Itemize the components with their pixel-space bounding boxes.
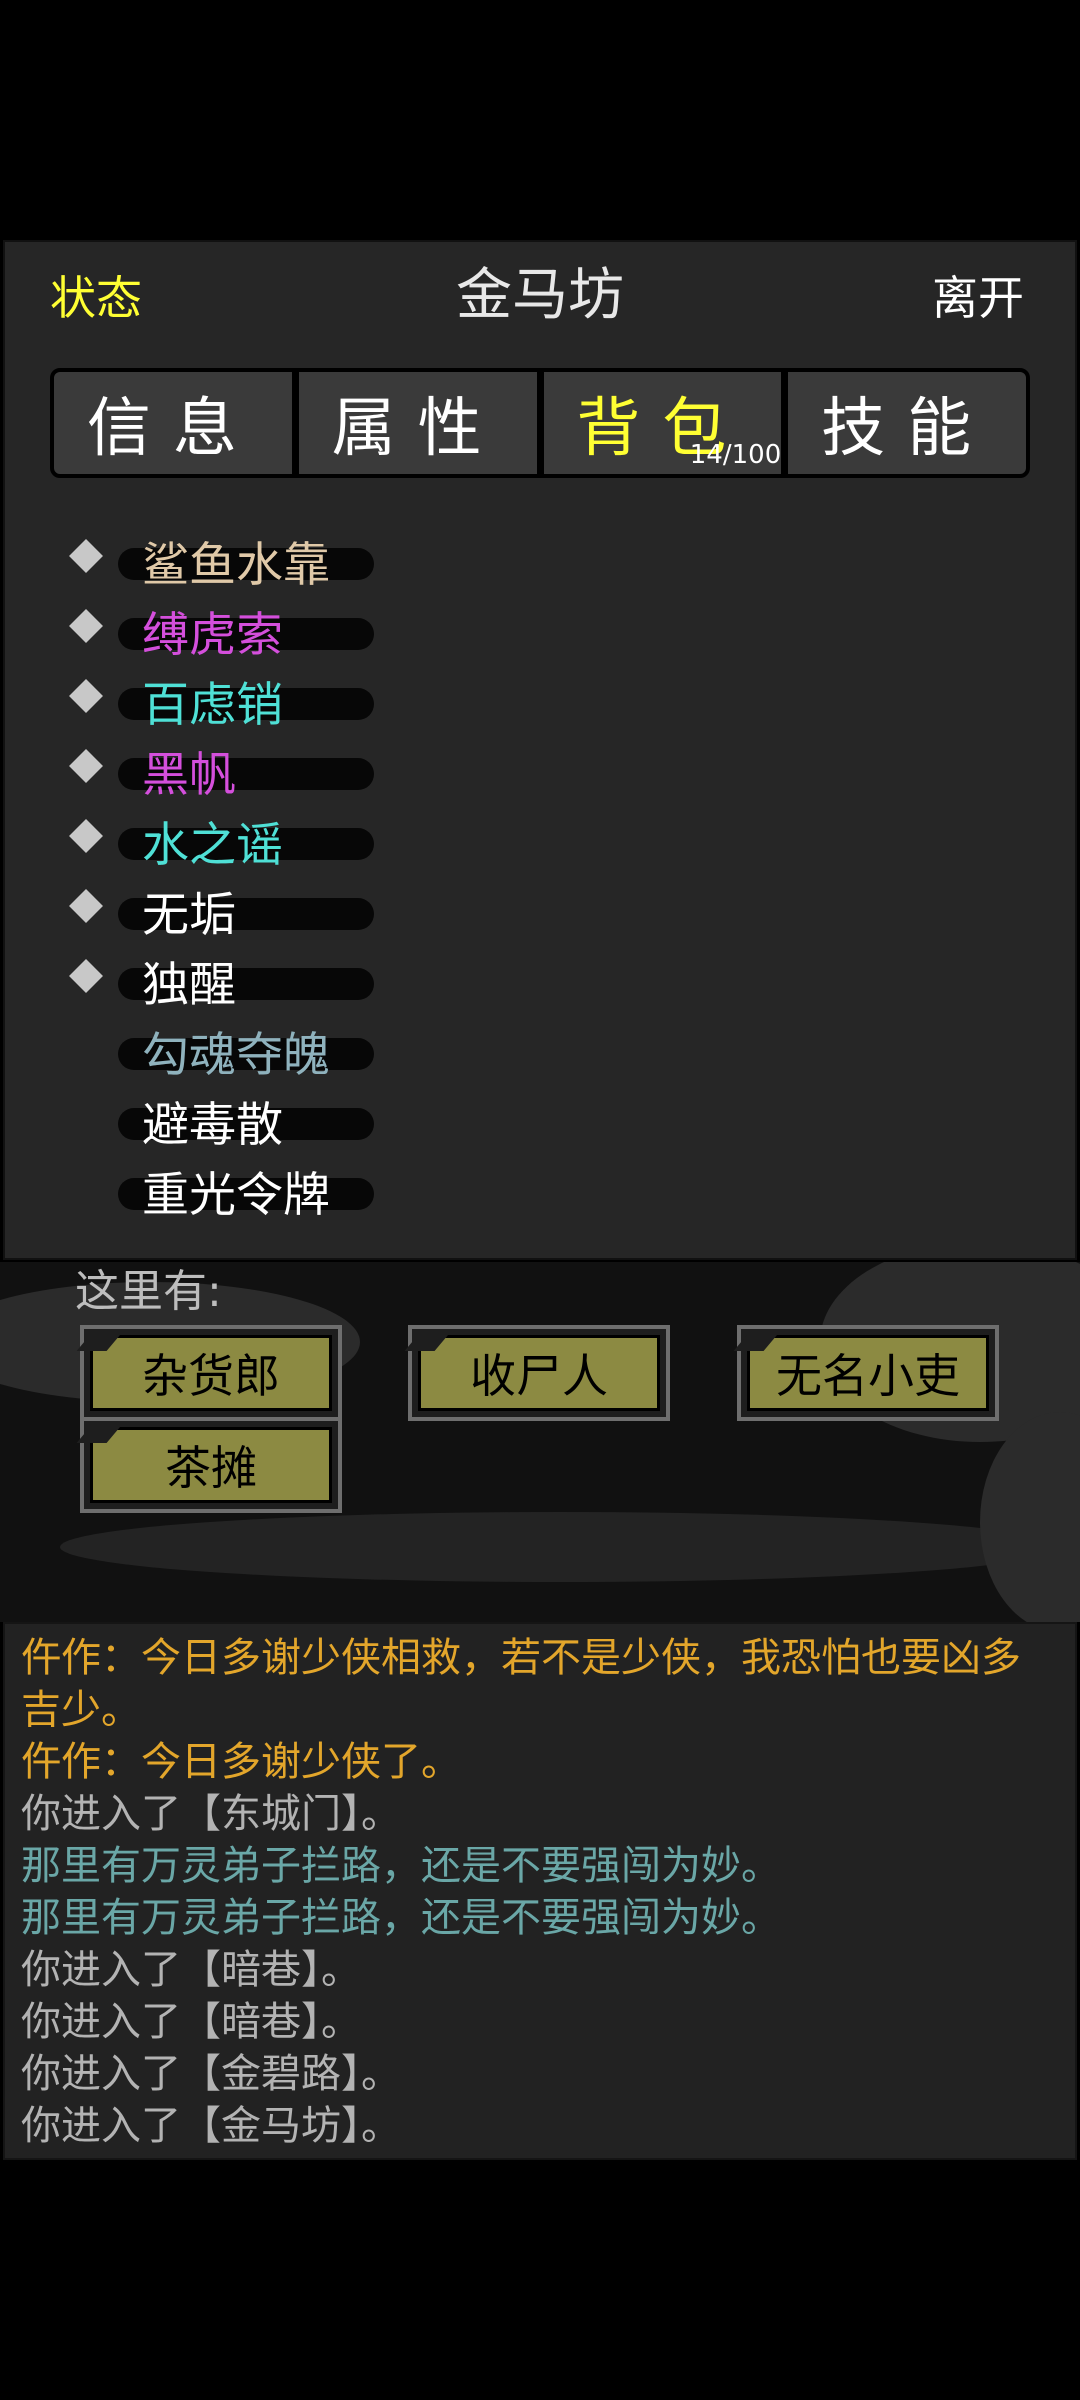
- item-name: 缚虎索: [142, 608, 283, 663]
- item-name: 独醒: [142, 958, 236, 1013]
- item-name: 水之谣: [142, 818, 283, 873]
- npc-button-corpse-collector[interactable]: 收尸人: [408, 1325, 670, 1421]
- location-title: 金马坊: [456, 263, 624, 328]
- item-name: 黑帆: [142, 748, 236, 803]
- tab-info[interactable]: 信息: [54, 372, 292, 474]
- marker-diamond-icon: [69, 749, 103, 783]
- log-line: 那里有万灵弟子拦路，还是不要强闯为妙。: [21, 1895, 781, 1941]
- bag-item[interactable]: 避毒散: [70, 1088, 490, 1153]
- bag-item[interactable]: 水之谣: [69, 808, 490, 873]
- tab-label: 属性: [331, 392, 504, 466]
- tab-label: 信息: [86, 392, 259, 466]
- npc-name: 收尸人: [418, 1335, 660, 1411]
- npc-button-tea-stall[interactable]: 茶摊: [80, 1417, 342, 1513]
- marker-diamond-icon: [69, 539, 103, 573]
- item-name: 百虑销: [142, 678, 283, 733]
- log-line: 你进入了【金碧路】。: [21, 2051, 401, 2097]
- bag-item[interactable]: 独醒: [69, 948, 490, 1013]
- smoke-decoration: [60, 1512, 1060, 1582]
- tab-bar: 信息 属性 背包 14/100 技能: [50, 368, 1030, 478]
- bag-count: 14/100: [689, 440, 782, 470]
- here-label: 这里有:: [75, 1266, 222, 1317]
- log-line: 那里有万灵弟子拦路，还是不要强闯为妙。: [21, 1843, 781, 1889]
- marker-diamond-icon: [69, 679, 103, 713]
- item-name: 避毒散: [142, 1098, 283, 1153]
- bag-item[interactable]: 黑帆: [69, 738, 490, 803]
- log-line: 你进入了【金马坊】。: [21, 2103, 401, 2149]
- marker-diamond-icon: [69, 609, 103, 643]
- tab-label: 技能: [821, 392, 994, 466]
- tab-skills[interactable]: 技能: [781, 372, 1026, 474]
- bag-item[interactable]: 鲨鱼水靠: [69, 528, 490, 593]
- tab-bag[interactable]: 背包 14/100: [536, 372, 782, 474]
- tab-attributes[interactable]: 属性: [291, 372, 537, 474]
- marker-diamond-icon: [69, 959, 103, 993]
- item-name: 勾魂夺魄: [142, 1028, 330, 1083]
- bag-item[interactable]: 百虑销: [69, 668, 490, 733]
- npc-name: 茶摊: [90, 1427, 332, 1503]
- marker-diamond-icon: [69, 819, 103, 853]
- marker-diamond-icon: [69, 889, 103, 923]
- message-log[interactable]: 仵作：今日多谢少侠相救，若不是少侠，我恐怕也要凶多吉少。 仵作：今日多谢少侠了。…: [3, 1622, 1077, 2160]
- log-line: 仵作：今日多谢少侠了。: [21, 1739, 461, 1785]
- bag-item[interactable]: 无垢: [69, 878, 490, 943]
- item-name: 重光令牌: [142, 1168, 330, 1223]
- npc-name: 杂货郎: [90, 1335, 332, 1411]
- item-name: 无垢: [142, 888, 236, 943]
- bag-item[interactable]: 重光令牌: [70, 1158, 490, 1223]
- npc-button-grocer[interactable]: 杂货郎: [80, 1325, 342, 1421]
- npc-name: 无名小吏: [747, 1335, 989, 1411]
- leave-button[interactable]: 离开: [932, 262, 1024, 328]
- item-name: 鲨鱼水靠: [142, 538, 330, 593]
- bag-item[interactable]: 勾魂夺魄: [70, 1018, 490, 1083]
- log-line: 你进入了【暗巷】。: [21, 1999, 361, 2045]
- log-line: 仵作：今日多谢少侠相救，若不是少侠，我恐怕也要凶多吉少。: [21, 1635, 1021, 1733]
- npc-button-nameless-clerk[interactable]: 无名小吏: [737, 1325, 999, 1421]
- log-line: 你进入了【东城门】。: [21, 1791, 401, 1837]
- smoke-decoration: [980, 1412, 1080, 1622]
- bag-item[interactable]: 缚虎索: [69, 598, 490, 663]
- log-line: 你进入了【暗巷】。: [21, 1947, 361, 1993]
